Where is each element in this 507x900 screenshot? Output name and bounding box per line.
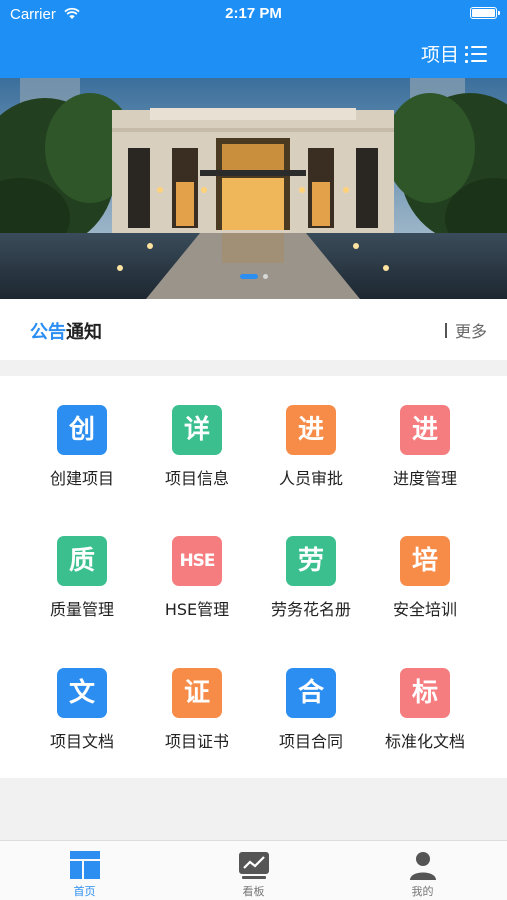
list-icon	[465, 45, 487, 63]
project-menu-button[interactable]: 项目	[421, 40, 487, 67]
grid-item-icon: 文	[57, 668, 107, 718]
more-label: 更多	[454, 322, 487, 341]
grid-item[interactable]: 标 标准化文档	[362, 639, 488, 751]
grid-item-label: HSE管理	[164, 600, 230, 619]
notice-title: 公告通知	[30, 318, 102, 344]
top-bar: Carrier 2:17 PM 项目	[0, 0, 507, 78]
function-grid: 创 创建项目 详 项目信息 进 人员审批 进 进度管理 质 质量管理 HSE H…	[0, 376, 507, 778]
grid-item-label: 进度管理	[392, 469, 457, 488]
tab-home[interactable]: 首页	[0, 841, 169, 900]
notice-title-part2: 通知	[66, 322, 102, 343]
grid-item-label: 项目合同	[278, 732, 343, 751]
grid-item-icon: 标	[400, 668, 450, 718]
grid-item-icon: HSE	[172, 536, 222, 586]
grid-item-icon: 进	[286, 405, 336, 455]
status-bar: Carrier 2:17 PM	[0, 0, 507, 28]
notice-title-part1: 公告	[30, 322, 66, 343]
grid-item-icon: 详	[172, 405, 222, 455]
grid-item[interactable]: 文 项目文档	[19, 639, 145, 751]
grid-item[interactable]: 创 创建项目	[19, 376, 145, 488]
user-icon	[410, 852, 436, 880]
carousel-dot-active	[239, 274, 258, 279]
grid-item-label: 劳务花名册	[270, 600, 351, 619]
tab-label: 我的	[411, 885, 434, 898]
grid-item[interactable]: 质 质量管理	[19, 507, 145, 619]
grid-item-icon: 质	[57, 536, 107, 586]
grid-item-icon: 创	[57, 405, 107, 455]
grid-item-label: 标准化文档	[384, 732, 465, 751]
tab-dashboard[interactable]: 看板	[169, 841, 338, 900]
grid-item[interactable]: 劳 劳务花名册	[248, 507, 374, 619]
tab-bar: 首页 看板 我的	[0, 840, 507, 900]
grid-item-label: 质量管理	[49, 600, 114, 619]
grid-item-label: 项目证书	[164, 732, 229, 751]
grid-item[interactable]: 证 项目证书	[134, 639, 260, 751]
carousel-dot	[262, 274, 268, 279]
notice-bar: 公告通知 更多	[0, 299, 507, 360]
grid-item-icon: 证	[172, 668, 222, 718]
status-time: 2:17 PM	[225, 5, 282, 22]
home-grid-icon	[70, 851, 100, 879]
grid-item-label: 项目信息	[164, 469, 229, 488]
tab-label: 看板	[242, 885, 265, 898]
divider	[444, 322, 447, 338]
carousel-indicator	[0, 274, 507, 279]
grid-item-label: 人员审批	[278, 469, 343, 488]
grid-item[interactable]: 培 安全培训	[362, 507, 488, 619]
more-button[interactable]: 更多	[444, 318, 487, 342]
grid-item[interactable]: HSE HSE管理	[134, 507, 260, 619]
grid-item[interactable]: 详 项目信息	[134, 376, 260, 488]
grid-item[interactable]: 进 进度管理	[362, 376, 488, 488]
building-photo	[0, 78, 507, 299]
grid-item-icon: 培	[400, 536, 450, 586]
grid-item-icon: 合	[286, 668, 336, 718]
grid-item-icon: 劳	[286, 536, 336, 586]
grid-item-label: 安全培训	[392, 600, 457, 619]
grid-item-label: 创建项目	[49, 469, 114, 488]
dashboard-chart-icon	[239, 852, 269, 879]
banner-carousel[interactable]	[0, 78, 507, 299]
tab-label: 首页	[73, 885, 96, 898]
grid-item-icon: 进	[400, 405, 450, 455]
grid-item[interactable]: 合 项目合同	[248, 639, 374, 751]
tab-mine[interactable]: 我的	[338, 841, 507, 900]
battery-icon	[470, 7, 500, 19]
grid-item[interactable]: 进 人员审批	[248, 376, 374, 488]
project-label: 项目	[420, 44, 459, 66]
grid-item-label: 项目文档	[49, 732, 114, 751]
